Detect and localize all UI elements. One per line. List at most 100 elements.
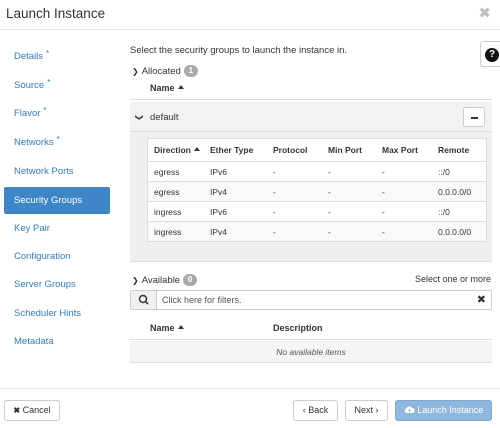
rule-protocol: - xyxy=(273,227,276,237)
rule-remote: ::/0 xyxy=(438,167,450,177)
direction-column[interactable]: Direction xyxy=(154,145,200,155)
sidebar-item-details[interactable]: Details * xyxy=(4,43,110,70)
column-label: Name xyxy=(150,323,175,333)
search-input[interactable]: Click here for filters. xyxy=(162,295,242,305)
clear-filter-icon[interactable]: ✖ xyxy=(477,293,486,306)
rule-remote: 0.0.0.0/0 xyxy=(438,187,472,197)
rule-ether-type: IPv6 xyxy=(210,167,228,177)
rule-min-port: - xyxy=(328,187,331,197)
rule-direction: ingress xyxy=(154,207,182,217)
allocated-label: Allocated xyxy=(141,66,181,77)
sidebar-item-label: Networks xyxy=(14,137,54,148)
rule-min-port: - xyxy=(328,167,331,177)
search-icon-box xyxy=(131,291,157,309)
sidebar-item-server-groups[interactable]: Server Groups xyxy=(4,271,110,298)
modal-header: Launch Instance ✖ xyxy=(0,0,500,30)
cancel-label: Cancel xyxy=(22,405,51,415)
rules-table: Direction Ether Type Protocol Min Port M… xyxy=(147,138,487,242)
required-marker: * xyxy=(47,78,51,87)
sidebar-item-flavor[interactable]: Flavor * xyxy=(4,100,110,127)
deallocate-button[interactable] xyxy=(463,107,485,127)
sidebar-item-security-groups[interactable]: Security Groups xyxy=(4,187,110,214)
next-label: Next xyxy=(354,405,373,415)
allocated-section-header[interactable]: ❯ Allocated 1 xyxy=(132,65,198,77)
table-row: egress IPv4 - - - 0.0.0.0/0 xyxy=(148,181,486,201)
available-count-badge: 0 xyxy=(183,274,198,286)
sidebar-item-label: Security Groups xyxy=(14,195,83,206)
rule-direction: ingress xyxy=(154,227,182,237)
sidebar-item-label: Details xyxy=(14,51,44,62)
minus-icon xyxy=(471,117,478,119)
allocated-table-header: Name xyxy=(130,78,492,100)
available-label: Available xyxy=(141,275,181,286)
rule-max-port: - xyxy=(382,207,385,217)
required-marker: * xyxy=(46,49,50,58)
sidebar-item-label: Metadata xyxy=(14,336,54,347)
sidebar-item-label: Network Ports xyxy=(14,166,74,177)
allocated-count-badge: 1 xyxy=(183,65,198,77)
sidebar-item-label: Scheduler Hints xyxy=(14,308,82,319)
sidebar-item-label: Key Pair xyxy=(14,223,50,234)
rule-protocol: - xyxy=(273,187,276,197)
rules-table-header: Direction Ether Type Protocol Min Port M… xyxy=(148,139,486,161)
launch-instance-button[interactable]: Launch Instance xyxy=(395,400,492,421)
sidebar-item-configuration[interactable]: Configuration xyxy=(4,243,110,270)
cancel-button[interactable]: ✖ Cancel xyxy=(4,400,60,421)
required-marker: * xyxy=(56,135,60,144)
ether-type-column[interactable]: Ether Type xyxy=(210,145,253,155)
chevron-down-icon[interactable]: ❯ xyxy=(135,114,144,121)
back-label: Back xyxy=(308,405,329,415)
available-filter[interactable]: Click here for filters. ✖ xyxy=(130,290,492,310)
help-button[interactable]: ? xyxy=(480,41,500,67)
allocated-name-column[interactable]: Name xyxy=(150,83,184,93)
rule-direction: egress xyxy=(154,167,180,177)
rule-ether-type: IPv4 xyxy=(210,227,228,237)
available-description-column[interactable]: Description xyxy=(273,323,323,333)
rule-ether-type: IPv6 xyxy=(210,207,228,217)
rule-ether-type: IPv4 xyxy=(210,187,228,197)
table-row: ingress IPv6 - - - ::/0 xyxy=(148,201,486,221)
rule-protocol: - xyxy=(273,167,276,177)
sort-asc-icon xyxy=(193,147,200,151)
rule-max-port: - xyxy=(382,187,385,197)
selection-hint: Select one or more xyxy=(415,274,492,284)
launch-label: Launch Instance xyxy=(417,405,484,415)
sidebar-item-network-ports[interactable]: Network Ports xyxy=(4,158,110,185)
available-table-header: Name Description xyxy=(130,318,492,340)
chevron-left-icon: ‹ xyxy=(302,405,306,415)
min-port-column[interactable]: Min Port xyxy=(328,145,362,155)
cloud-upload-icon xyxy=(404,406,415,413)
rule-remote: 0.0.0.0/0 xyxy=(438,227,472,237)
search-icon xyxy=(138,294,149,305)
sidebar-item-label: Source xyxy=(14,80,45,91)
sidebar-item-key-pair[interactable]: Key Pair xyxy=(4,215,110,242)
protocol-column[interactable]: Protocol xyxy=(273,145,307,155)
table-row: ingress IPv4 - - - 0.0.0.0/0 xyxy=(148,221,486,241)
sort-asc-icon xyxy=(177,85,184,89)
chevron-down-icon: ❯ xyxy=(132,276,139,285)
sidebar-item-label: Configuration xyxy=(14,251,71,262)
remote-column[interactable]: Remote xyxy=(438,145,469,155)
available-section-header[interactable]: ❯ Available 0 xyxy=(132,274,198,286)
empty-state: No available items xyxy=(130,341,492,363)
sidebar-item-scheduler-hints[interactable]: Scheduler Hints xyxy=(4,300,110,327)
back-button[interactable]: ‹ Back xyxy=(293,400,338,421)
column-label: Name xyxy=(150,83,175,93)
rule-max-port: - xyxy=(382,227,385,237)
sort-asc-icon xyxy=(177,325,184,329)
next-button[interactable]: Next › xyxy=(345,400,388,421)
table-row: egress IPv6 - - - ::/0 xyxy=(148,161,486,181)
max-port-column[interactable]: Max Port xyxy=(382,145,418,155)
step-description: Select the security groups to launch the… xyxy=(130,45,348,56)
chevron-down-icon: ❯ xyxy=(132,67,139,76)
close-icon[interactable]: ✖ xyxy=(478,4,491,22)
allocated-row-default[interactable]: ❯ default xyxy=(130,102,492,132)
sidebar-item-networks[interactable]: Networks * xyxy=(4,129,110,156)
rule-protocol: - xyxy=(273,207,276,217)
sidebar-item-label: Server Groups xyxy=(14,279,76,290)
sidebar-item-source[interactable]: Source * xyxy=(4,72,110,99)
close-icon: ✖ xyxy=(13,406,21,415)
available-name-column[interactable]: Name xyxy=(150,323,184,333)
sidebar-item-metadata[interactable]: Metadata xyxy=(4,328,110,355)
rule-direction: egress xyxy=(154,187,180,197)
